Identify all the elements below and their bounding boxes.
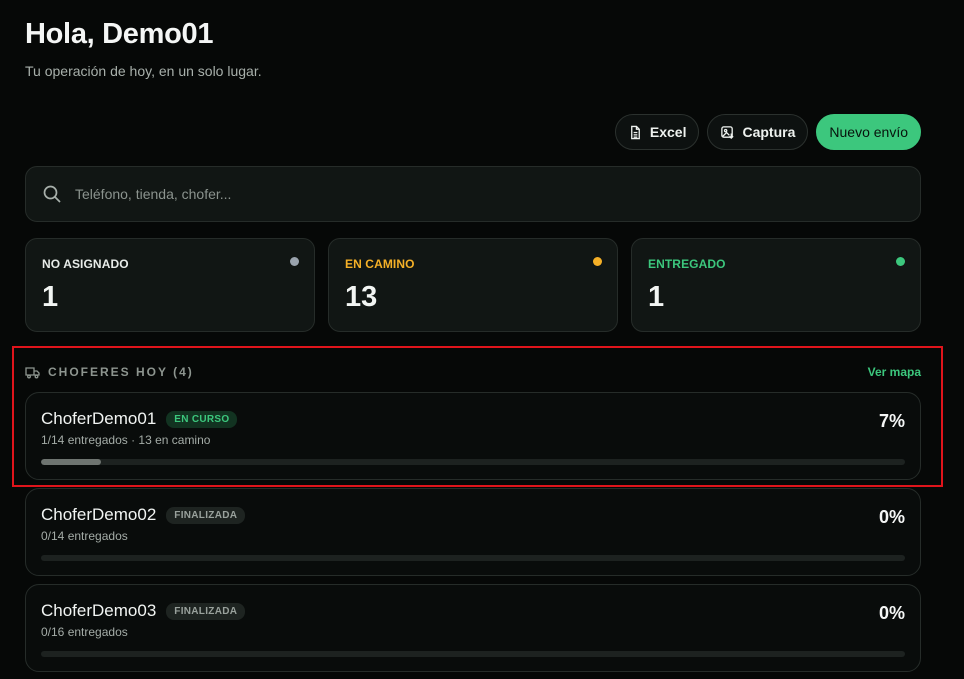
driver-header: ChoferDemo03 FINALIZADA [41,601,905,621]
capture-button-label: Captura [742,124,796,140]
driver-percent: 7% [878,411,905,431]
driver-meta: 0/14 entregados [41,529,128,543]
status-dot-icon [896,257,905,266]
stat-card-on-the-way[interactable]: EN CAMINO 13 [328,238,618,332]
excel-button[interactable]: Excel [614,114,700,150]
driver-header: ChoferDemo01 EN CURSO [41,409,905,429]
driver-header: ChoferDemo02 FINALIZADA [41,505,905,525]
stat-card-delivered[interactable]: ENTREGADO 1 [631,238,921,332]
driver-card[interactable]: ChoferDemo01 EN CURSO 1/14 entregados · … [25,392,921,480]
progress-fill [41,459,102,465]
search-icon [43,185,61,203]
driver-name: ChoferDemo01 [41,409,157,428]
driver-meta: 1/14 entregados · 13 en camino [41,433,211,447]
stat-value: 1 [648,281,665,313]
progress-bar [41,555,905,561]
driver-meta: 0/16 entregados [41,625,128,639]
search-bar [25,166,921,222]
page-title: Hola, Demo01 [25,18,214,50]
status-stats: NO ASIGNADO 1 EN CAMINO 13 ENTREGADO 1 [25,238,921,332]
stat-value: 1 [42,281,59,313]
progress-bar [41,651,905,657]
drivers-section-title: CHOFERES HOY (4) [25,365,194,379]
view-map-link[interactable]: Ver mapa [868,365,921,379]
driver-percent: 0% [878,507,905,527]
capture-button[interactable]: Captura [707,114,809,150]
progress-bar [41,459,905,465]
page-subtitle: Tu operación de hoy, en un solo lugar. [25,63,262,79]
status-dot-icon [593,257,602,266]
status-badge: FINALIZADA [166,506,246,524]
stat-value: 13 [345,281,378,313]
stat-label: EN CAMINO [345,257,415,271]
drivers-list: ChoferDemo01 EN CURSO 1/14 entregados · … [25,392,921,679]
excel-button-label: Excel [649,124,687,140]
spreadsheet-file-icon [630,125,640,139]
driver-name: ChoferDemo02 [41,505,157,524]
driver-card[interactable]: ChoferDemo02 FINALIZADA 0/14 entregados … [25,488,921,576]
driver-percent: 0% [878,603,905,623]
stat-label: NO ASIGNADO [42,257,129,271]
truck-icon [25,366,40,378]
status-badge: EN CURSO [166,410,238,428]
search-input[interactable] [75,186,904,202]
stat-label: ENTREGADO [648,257,726,271]
status-dot-icon [290,257,299,266]
header-actions: Excel Captura Nuevo envío [614,114,921,150]
status-badge: FINALIZADA [166,602,246,620]
drivers-section-label: CHOFERES HOY (4) [48,365,194,379]
driver-card[interactable]: ChoferDemo03 FINALIZADA 0/16 entregados … [25,584,921,672]
driver-name: ChoferDemo03 [41,601,157,620]
stat-card-unassigned[interactable]: NO ASIGNADO 1 [25,238,315,332]
new-shipment-button[interactable]: Nuevo envío [816,114,921,150]
image-capture-icon [721,125,735,139]
drivers-section-header: CHOFERES HOY (4) Ver mapa [25,362,921,382]
